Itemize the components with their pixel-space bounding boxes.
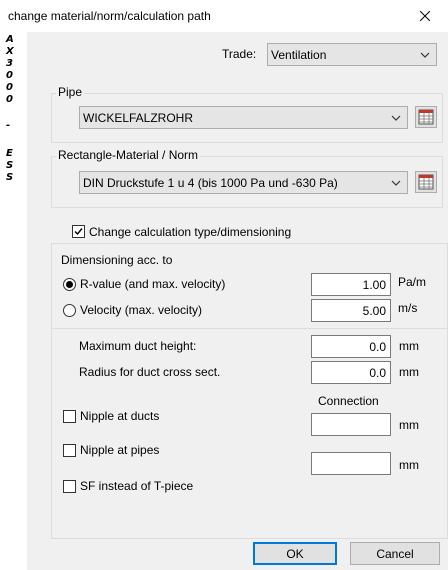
sf-label: SF instead of T-piece (80, 479, 194, 493)
side-strip: A X 3 0 0 0 - E S S (0, 32, 27, 570)
side-letter: 3 (6, 58, 13, 69)
max-height-unit: mm (399, 339, 419, 353)
table-icon (418, 174, 434, 190)
pipe-group-label: Pipe (56, 85, 85, 99)
side-letter: A (6, 34, 14, 45)
dialog-client: Trade: Ventilation Pipe WICKELFALZROHR R… (27, 32, 448, 570)
ok-button[interactable]: OK (253, 542, 337, 565)
radius-unit: mm (399, 365, 419, 379)
side-letter: 0 (6, 70, 13, 81)
pipe-value: WICKELFALZROHR (83, 111, 194, 125)
radius-input[interactable]: 0.0 (311, 361, 391, 384)
title-bar: change material/norm/calculation path (0, 0, 448, 32)
chevron-down-icon (391, 180, 401, 186)
nipple-pipes-input[interactable] (311, 452, 391, 475)
side-letter: - (6, 120, 11, 131)
velocity-radio[interactable] (63, 304, 76, 317)
nipple-pipes-checkbox[interactable] (63, 444, 76, 457)
trade-select[interactable]: Ventilation (267, 43, 437, 66)
chevron-down-icon (391, 115, 401, 121)
pipe-select[interactable]: WICKELFALZROHR (79, 106, 408, 129)
trade-label: Trade: (222, 47, 257, 61)
radius-label: Radius for duct cross sect. (79, 365, 221, 379)
side-letter: S (6, 160, 14, 171)
divider (52, 328, 448, 329)
rvalue-label: R-value (and max. velocity) (80, 277, 226, 291)
side-letter: 0 (6, 94, 13, 105)
nipple-ducts-label: Nipple at ducts (80, 409, 160, 423)
dimensioning-label: Dimensioning acc. to (61, 253, 173, 267)
checkmark-icon (74, 228, 83, 236)
velocity-label: Velocity (max. velocity) (80, 303, 203, 317)
rvalue-input[interactable]: 1.00 (311, 273, 391, 296)
side-letter: X (6, 46, 14, 57)
max-height-label: Maximum duct height: (79, 339, 197, 353)
max-height-input[interactable]: 0.0 (311, 335, 391, 358)
sf-checkbox[interactable] (63, 480, 76, 493)
rvalue-radio[interactable] (63, 278, 76, 291)
nipple-pipes-label: Nipple at pipes (80, 443, 160, 457)
cancel-button[interactable]: Cancel (350, 542, 440, 565)
velocity-unit: m/s (398, 301, 418, 315)
side-letter: 0 (6, 82, 13, 93)
rvalue-unit: Pa/m (398, 275, 427, 289)
rect-select[interactable]: DIN Druckstufe 1 u 4 (bis 1000 Pa und -6… (79, 171, 408, 194)
rect-value: DIN Druckstufe 1 u 4 (bis 1000 Pa und -6… (83, 176, 338, 190)
window-title: change material/norm/calculation path (8, 9, 211, 23)
side-letter: S (6, 172, 14, 183)
nipple-ducts-checkbox[interactable] (63, 410, 76, 423)
table-icon (418, 109, 434, 125)
close-button[interactable] (402, 0, 448, 32)
pipe-table-button[interactable] (415, 106, 437, 128)
change-calc-checkbox[interactable] (72, 225, 85, 238)
side-letter: E (6, 148, 13, 159)
rect-group-label: Rectangle-Material / Norm (56, 148, 201, 162)
nipple-pipes-unit: mm (399, 458, 419, 472)
velocity-input[interactable]: 5.00 (311, 299, 391, 322)
rect-table-button[interactable] (415, 171, 437, 193)
chevron-down-icon (420, 52, 430, 58)
close-icon (420, 11, 430, 21)
nipple-ducts-unit: mm (399, 418, 419, 432)
connection-label: Connection (318, 394, 379, 408)
change-calc-label: Change calculation type/dimensioning (89, 225, 292, 239)
nipple-ducts-input[interactable] (311, 413, 391, 436)
trade-value: Ventilation (271, 48, 327, 62)
